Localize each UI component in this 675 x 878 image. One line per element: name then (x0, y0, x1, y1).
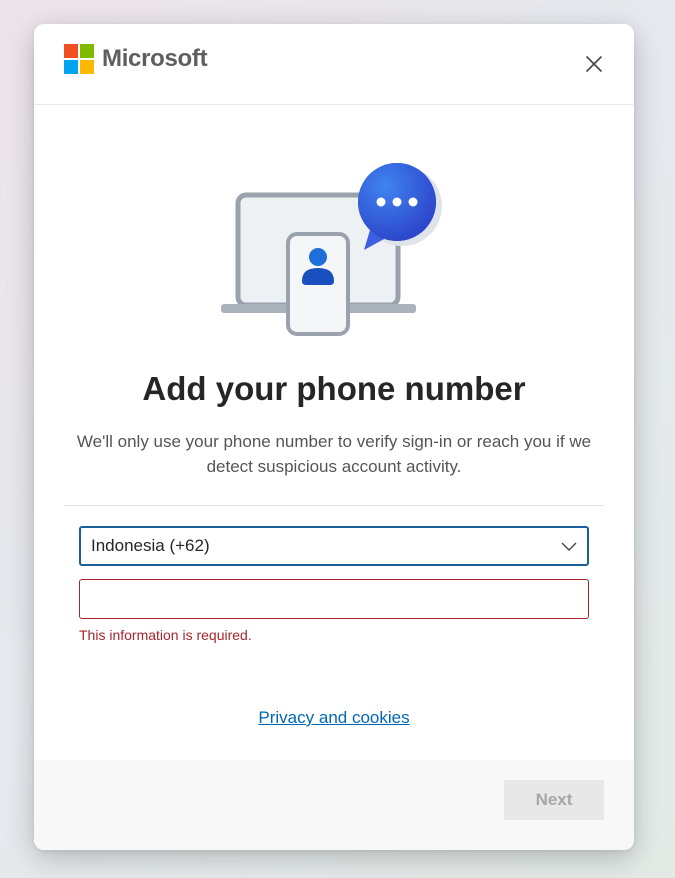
phone-number-dialog: Microsoft Add your phone number We'll on… (34, 24, 634, 850)
country-code-select[interactable]: Indonesia (+62) (79, 526, 589, 566)
privacy-and-cookies-link[interactable]: Privacy and cookies (258, 708, 409, 727)
dialog-footer: Next (34, 760, 634, 850)
page-title: Add your phone number (142, 370, 526, 407)
microsoft-logo: Microsoft (64, 44, 208, 74)
privacy-container: Privacy and cookies (34, 708, 634, 728)
chevron-down-icon (561, 542, 577, 551)
country-code-value: Indonesia (+62) (91, 536, 210, 555)
dialog-header: Microsoft (34, 24, 634, 105)
microsoft-logo-icon (64, 44, 94, 74)
laptop-phone-chat-illustration (221, 163, 442, 336)
error-message: This information is required. (79, 627, 252, 643)
phone-number-input[interactable] (79, 579, 589, 619)
brand-name: Microsoft (102, 45, 208, 72)
close-icon (586, 56, 602, 72)
next-button[interactable]: Next (504, 780, 604, 820)
close-button[interactable] (580, 50, 608, 78)
divider (64, 505, 604, 506)
description-text: We'll only use your phone number to veri… (76, 432, 592, 476)
